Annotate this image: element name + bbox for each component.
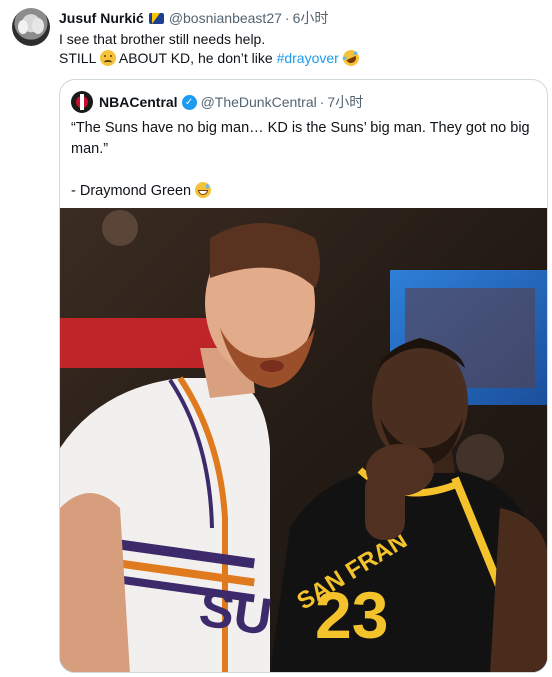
tweet-line-1: I see that brother still needs help. — [59, 31, 266, 47]
quoted-tweet[interactable]: NBACentral ✓ @TheDunkCentral · 7小时 “The … — [59, 79, 548, 673]
tweet-line-2-middle: ABOUT KD, he don’t like — [118, 50, 273, 66]
tweet-line-2-prefix: STILL — [59, 50, 96, 66]
quoted-avatar[interactable] — [71, 91, 93, 113]
bosnia-flag-icon — [148, 12, 164, 24]
quoted-text: “The Suns have no big man… KD is the Sun… — [71, 118, 537, 202]
author-avatar[interactable] — [12, 8, 50, 46]
left-jersey-text: SU — [196, 579, 276, 646]
quoted-time[interactable]: 7小时 — [327, 92, 363, 112]
quoted-author-handle[interactable]: @TheDunkCentral — [201, 94, 317, 110]
author-handle[interactable]: @bosnianbeast27 — [169, 10, 282, 26]
quoted-quote: “The Suns have no big man… KD is the Sun… — [71, 120, 530, 157]
tweet-header: Jusuf Nurkić @bosnianbeast27 · 6小时 — [59, 8, 328, 28]
tweet-line-2: STILL ABOUT KD, he don’t like #drayover — [59, 47, 539, 69]
photo-illustration: SU SAN FRAN 23 — [60, 208, 547, 672]
quoted-attribution: - Draymond Green — [71, 183, 192, 199]
quoted-attribution-line: - Draymond Green — [71, 181, 537, 202]
hashtag-link[interactable]: #drayover — [277, 50, 339, 66]
quoted-author-name[interactable]: NBACentral — [99, 94, 178, 110]
separator-dot: · — [284, 10, 290, 26]
grinning-sweat-icon — [195, 182, 212, 198]
quoted-header: NBACentral ✓ @TheDunkCentral · 7小时 — [71, 91, 363, 113]
quoted-separator-dot: · — [319, 94, 325, 110]
sad-face-icon — [99, 50, 116, 66]
verified-badge-icon: ✓ — [181, 94, 197, 110]
tweet[interactable]: Jusuf Nurkić @bosnianbeast27 · 6小时 I see… — [0, 0, 552, 677]
author-name[interactable]: Jusuf Nurkić — [59, 10, 144, 26]
tweet-time[interactable]: 6小时 — [293, 8, 329, 28]
tweet-photo[interactable]: SU SAN FRAN 23 — [60, 208, 547, 672]
rolling-laughing-icon — [340, 47, 362, 69]
right-jersey-number: 23 — [315, 578, 388, 652]
tweet-text: I see that brother still needs help. STI… — [59, 30, 539, 69]
